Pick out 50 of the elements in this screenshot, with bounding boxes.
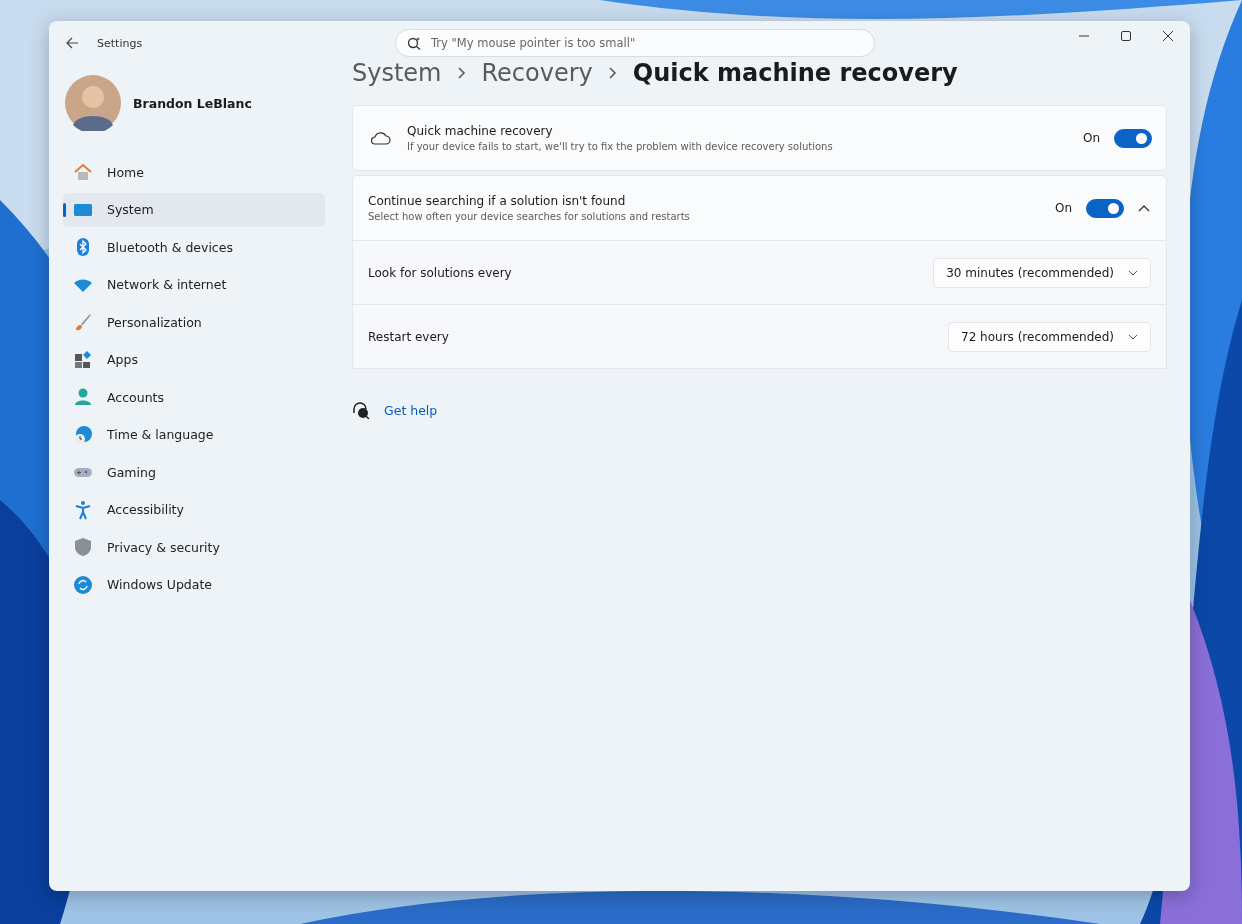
breadcrumb-link[interactable]: System <box>352 59 442 87</box>
sidebar-item[interactable]: Personalization <box>63 305 325 339</box>
sidebar-item[interactable]: Privacy & security <box>63 530 325 564</box>
person-icon <box>73 387 93 407</box>
toggle-switch[interactable] <box>1086 198 1124 218</box>
chevron-right-icon <box>457 67 466 79</box>
setting-label: Restart every <box>368 329 449 344</box>
sidebar-item[interactable]: Bluetooth & devices <box>63 230 325 264</box>
setting-description: If your device fails to start, we'll try to fix the problem with device recovery solutions <box>407 141 834 152</box>
toggle-switch[interactable] <box>1114 128 1152 148</box>
close-icon[interactable] <box>1163 31 1173 41</box>
help-icon <box>352 401 370 419</box>
setting-title: Quick machine recovery <box>407 124 554 138</box>
toggle-state-label: On <box>1054 201 1072 215</box>
sidebar-item[interactable]: Windows Update <box>63 567 325 602</box>
sidebar-item[interactable]: Gaming <box>63 455 325 489</box>
brush-icon <box>73 312 93 332</box>
sidebar-item[interactable]: System <box>63 192 325 227</box>
chevron-right-icon <box>608 67 617 79</box>
sidebar-item[interactable]: Home <box>63 155 325 189</box>
sidebar-item[interactable]: Time & language <box>63 417 325 452</box>
accessibility-icon <box>73 499 93 520</box>
update-icon <box>73 574 93 595</box>
dropdown[interactable]: 30 minutes (recommended) <box>933 257 1151 288</box>
page-title: Quick machine recovery <box>632 59 958 87</box>
cloud-icon <box>369 130 391 146</box>
user-name: Brandon LeBlanc <box>133 95 252 111</box>
setting-title: Continue searching if a solution isn't found <box>368 194 627 208</box>
shield-icon <box>73 537 93 557</box>
breadcrumb-link[interactable]: Recovery <box>481 59 593 87</box>
sidebar-item[interactable]: Network & internet <box>63 267 325 302</box>
maximize-icon[interactable] <box>1121 31 1131 41</box>
setting-description: Select how often your device searches for solutions and restarts <box>368 211 691 222</box>
help-link[interactable]: Get help <box>384 402 438 418</box>
setting-label: Look for solutions every <box>368 265 512 280</box>
toggle-state-label: On <box>1082 131 1100 145</box>
chevron-up-icon[interactable] <box>1138 204 1150 212</box>
chevron-down-icon <box>1128 269 1138 276</box>
apps-icon <box>73 349 93 370</box>
sidebar-item[interactable]: Accounts <box>63 380 325 414</box>
chevron-down-icon <box>1128 333 1138 340</box>
window-title: Settings <box>97 36 143 50</box>
home-icon <box>73 162 93 182</box>
clock-icon <box>73 424 93 445</box>
search-field[interactable]: Try "My mouse pointer is too small" <box>395 29 875 57</box>
sidebar-item[interactable]: Accessibility <box>63 492 325 527</box>
dropdown[interactable]: 72 hours (recommended) <box>948 321 1151 352</box>
back-icon[interactable] <box>65 36 79 50</box>
sidebar-item[interactable]: Apps <box>63 342 325 377</box>
avatar <box>65 75 121 131</box>
